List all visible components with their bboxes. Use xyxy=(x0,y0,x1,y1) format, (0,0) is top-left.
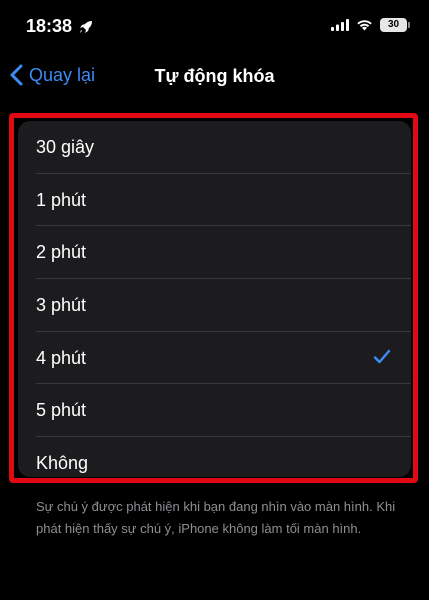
option-3-minutes[interactable]: 3 phút xyxy=(18,279,411,332)
option-label: Không xyxy=(36,452,89,473)
auto-lock-options-list: 30 giây 1 phút 2 phút 3 phút 4 phút 5 ph… xyxy=(18,121,411,477)
status-time: 18:38 xyxy=(26,16,73,36)
status-indicators: 30 xyxy=(331,18,410,32)
status-bar: 18:38 30 xyxy=(0,0,429,52)
status-time-group: 18:38 xyxy=(26,16,94,37)
attention-detection-note: Sự chú ý được phát hiện khi bạn đang nhì… xyxy=(36,499,396,536)
wifi-icon xyxy=(357,20,372,31)
option-2-minutes[interactable]: 2 phút xyxy=(18,226,411,280)
option-label: 4 phút xyxy=(36,347,87,368)
option-never[interactable]: Không xyxy=(18,437,411,477)
option-5-minutes[interactable]: 5 phút xyxy=(18,384,411,438)
navigation-bar: Quay lại Tự động khóa xyxy=(0,52,429,98)
option-label: 30 giây xyxy=(36,136,95,157)
rocket-icon xyxy=(80,20,93,33)
option-label: 2 phút xyxy=(36,242,87,263)
option-label: 3 phút xyxy=(36,294,87,315)
checkmark-icon xyxy=(373,349,391,363)
option-30-seconds[interactable]: 30 giây xyxy=(18,121,411,174)
option-label: 5 phút xyxy=(36,400,87,421)
cellular-signal-icon xyxy=(331,19,349,31)
page-title: Tự động khóa xyxy=(154,66,275,86)
option-4-minutes[interactable]: 4 phút xyxy=(18,332,411,385)
option-label: 1 phút xyxy=(36,189,87,210)
battery-level: 30 xyxy=(387,19,400,30)
option-1-minute[interactable]: 1 phút xyxy=(18,174,411,227)
battery-icon: 30 xyxy=(380,18,410,32)
